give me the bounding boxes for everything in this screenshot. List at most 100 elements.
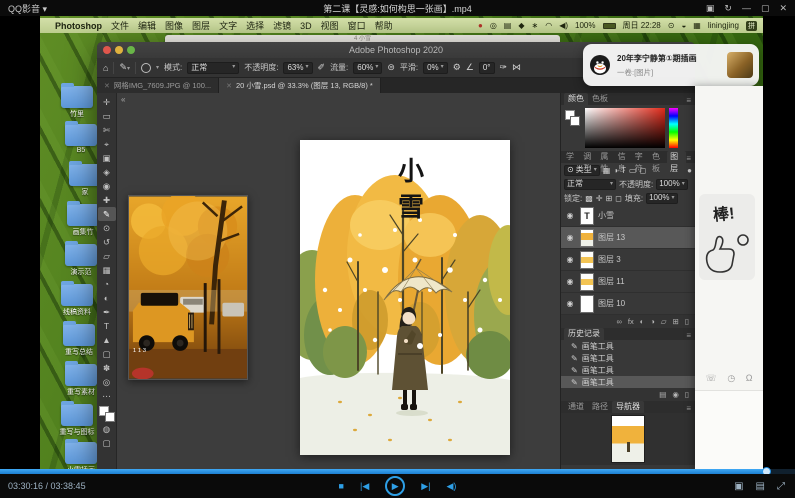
tab-learn[interactable]: 学习 xyxy=(564,151,581,163)
collapse-panel-icon[interactable]: « xyxy=(121,95,125,104)
menubar-clock[interactable]: 周日 22:28 xyxy=(623,20,661,31)
crop-tool-icon[interactable]: ▣ xyxy=(98,151,116,165)
new-document-from-state-icon[interactable]: ▤ xyxy=(659,390,666,399)
layer-row[interactable]: ◉ 图层 3 xyxy=(561,249,695,271)
path-selection-tool-icon[interactable]: ▲ xyxy=(98,333,116,347)
player-app-menu[interactable]: QQ影音 ▾ xyxy=(0,2,47,15)
filter-pixel-icon[interactable]: ▦ xyxy=(603,166,611,175)
marquee-tool-icon[interactable]: ▭ xyxy=(98,109,116,123)
control-center-icon[interactable]: ◒ xyxy=(681,21,686,30)
tab-swatches2[interactable]: 色板 xyxy=(650,151,667,163)
home-icon[interactable]: ⌂ xyxy=(103,63,108,73)
menu-item[interactable]: 图像 xyxy=(165,19,183,32)
lock-all-icon[interactable]: ◻ xyxy=(615,194,622,203)
link-layers-icon[interactable]: ∞ xyxy=(617,317,622,326)
browser-status-icon[interactable]: ◎ xyxy=(490,21,497,30)
type-tool-icon[interactable]: T xyxy=(98,319,116,333)
layer-thumbnail[interactable] xyxy=(580,251,594,269)
hue-slider[interactable] xyxy=(669,108,678,148)
flow-field[interactable]: 60%▾ xyxy=(353,62,382,74)
eyedropper-tool-icon[interactable]: ◉ xyxy=(98,179,116,193)
visibility-eye-icon[interactable]: ◉ xyxy=(564,255,576,264)
layers-blend-mode-select[interactable]: 正常▾ xyxy=(564,179,616,190)
opacity-field[interactable]: 63%▾ xyxy=(283,62,312,74)
foreground-background-swatches[interactable] xyxy=(99,406,115,422)
close-tab-icon[interactable]: ✕ xyxy=(226,82,232,90)
reference-photo-window[interactable]: 1 1 3 xyxy=(128,195,248,380)
rotate-icon[interactable]: ↻ xyxy=(724,3,732,14)
canvas-pasteboard[interactable]: « xyxy=(117,93,560,470)
zoom-traffic-light[interactable] xyxy=(127,46,135,54)
quick-mask-icon[interactable]: ◍ xyxy=(98,422,116,436)
menu-item[interactable]: 滤镜 xyxy=(273,19,291,32)
desktop-folder[interactable]: 竹里 xyxy=(52,86,102,119)
chat-input-area[interactable] xyxy=(695,390,763,470)
input-method-icon[interactable]: 拼 xyxy=(746,21,757,31)
panel-menu-icon[interactable]: ≡ xyxy=(686,404,695,413)
menu-item[interactable]: 窗口 xyxy=(348,19,366,32)
menu-item[interactable]: 选择 xyxy=(246,19,264,32)
app-status-icon[interactable]: ● xyxy=(478,21,483,30)
shape-tool-icon[interactable]: ▢ xyxy=(98,347,116,361)
history-step[interactable]: ✎画笔工具 xyxy=(561,364,695,376)
text-layer-thumbnail[interactable]: T xyxy=(580,207,594,225)
close-tab-icon[interactable]: ✕ xyxy=(104,82,110,90)
history-icon[interactable]: ◷ xyxy=(727,373,735,384)
visibility-eye-icon[interactable]: ◉ xyxy=(564,211,576,220)
tab-swatches[interactable]: 色板 xyxy=(588,93,612,105)
wifi-icon[interactable]: ◠ xyxy=(545,21,552,30)
tab-paths[interactable]: 路径 xyxy=(588,401,612,413)
menu-item[interactable]: 文字 xyxy=(219,19,237,32)
tab-color[interactable]: 颜色 xyxy=(564,93,588,105)
clone-stamp-tool-icon[interactable]: ⊙ xyxy=(98,221,116,235)
layer-mask-icon[interactable]: ◐ xyxy=(640,317,645,326)
printer-status-icon[interactable]: ▤ xyxy=(504,21,512,30)
menubar-username[interactable]: liningjing xyxy=(708,21,739,30)
pressure-size-icon[interactable]: ✑ xyxy=(500,62,508,73)
screen-mode-icon[interactable]: ▢ xyxy=(98,436,116,450)
visibility-eye-icon[interactable]: ◉ xyxy=(564,277,576,286)
document-tab[interactable]: ✕网格IMG_7609.JPG @ 100... xyxy=(97,78,219,93)
snapshot-icon[interactable]: ▣ xyxy=(706,3,715,14)
qq-chat-window[interactable]: 棒! ☏ ◷ Ω xyxy=(695,86,763,470)
history-brush-tool-icon[interactable]: ↺ xyxy=(98,235,116,249)
blur-tool-icon[interactable]: ◔ xyxy=(98,277,116,291)
layer-style-icon[interactable]: fx xyxy=(628,317,634,326)
layer-row[interactable]: ◉ 图层 10 xyxy=(561,293,695,315)
airbrush-icon[interactable]: ⊜ xyxy=(387,62,395,73)
menu-item[interactable]: 视图 xyxy=(321,19,339,32)
phone-icon[interactable]: ☏ xyxy=(706,373,717,384)
layer-thumbnail[interactable] xyxy=(580,295,594,313)
delete-state-icon[interactable]: ▯ xyxy=(685,390,689,399)
brush-panel-toggle-icon[interactable]: ▾ xyxy=(156,64,159,71)
brush-size-preview[interactable] xyxy=(141,63,151,73)
lock-position-icon[interactable]: ⊞ xyxy=(606,194,613,203)
layer-row[interactable]: ◉ T 小雪 xyxy=(561,205,695,227)
delete-layer-icon[interactable]: ▯ xyxy=(685,317,689,326)
dodge-tool-icon[interactable]: ◐ xyxy=(98,291,116,305)
filter-smartobject-icon[interactable]: ◻ xyxy=(640,166,647,175)
layer-thumbnail[interactable] xyxy=(580,229,594,247)
previous-button[interactable]: |◀ xyxy=(360,481,369,492)
hand-tool-icon[interactable]: ✽ xyxy=(98,361,116,375)
eraser-tool-icon[interactable]: ▱ xyxy=(98,249,116,263)
desktop-folder[interactable]: 重写与图标 xyxy=(52,404,102,437)
brush-angle-icon[interactable]: ∠ xyxy=(466,62,474,73)
minimize-traffic-light[interactable] xyxy=(115,46,123,54)
layer-row[interactable]: ◉ 图层 11 xyxy=(561,271,695,293)
history-step[interactable]: ✎画笔工具 xyxy=(561,340,695,352)
new-snapshot-icon[interactable]: ◉ xyxy=(672,390,679,399)
menu-item[interactable]: 文件 xyxy=(111,19,129,32)
color-bg-swatch[interactable] xyxy=(570,116,580,126)
visibility-eye-icon[interactable]: ◉ xyxy=(564,299,576,308)
canvas-artwork[interactable]: 小 雪 xyxy=(300,140,510,455)
panel-menu-icon[interactable]: ≡ xyxy=(686,154,695,163)
ink-status-icon[interactable]: ◆ xyxy=(518,21,524,30)
zoom-tool-icon[interactable]: ◎ xyxy=(98,375,116,389)
brush-tool-icon[interactable]: ✎ xyxy=(98,207,116,221)
tab-adjustments[interactable]: 调整 xyxy=(581,151,598,163)
maximize-button[interactable]: ▢ xyxy=(761,3,770,14)
gradient-tool-icon[interactable]: ▦ xyxy=(98,263,116,277)
tab-navigator[interactable]: 导航器 xyxy=(612,401,644,413)
brush-angle-field[interactable]: 0° xyxy=(479,62,495,74)
